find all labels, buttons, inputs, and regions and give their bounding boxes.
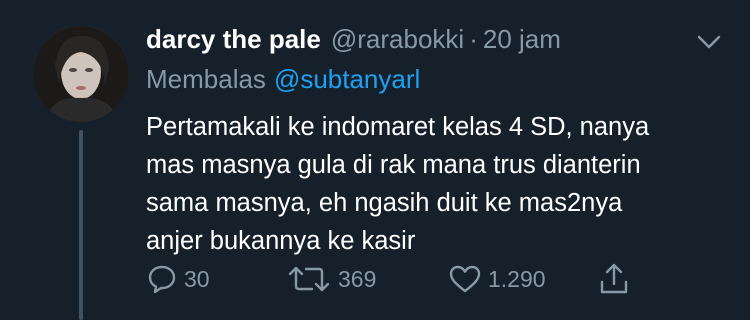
retweet-button[interactable]: 369 [286, 262, 376, 296]
header-separator: · [469, 24, 478, 54]
avatar[interactable] [33, 26, 129, 122]
tweet-text-line: mas masnya gula di rak mana trus dianter… [146, 151, 641, 179]
author-name[interactable]: darcy the pale [146, 24, 321, 55]
tweet-timestamp[interactable]: 20 jam [483, 24, 561, 55]
speech-bubble-icon [148, 265, 176, 294]
share-button[interactable] [598, 262, 630, 296]
tweet-actions: 30 369 1.290 [146, 262, 736, 296]
reply-context: Membalas @subtanyarl [146, 64, 420, 95]
reply-prefix: Membalas [146, 64, 266, 94]
tweet-text-line: Pertamakali ke indomaret kelas 4 SD, nan… [146, 113, 650, 141]
tweet-text-line: sama masnya, eh ngasih duit ke mas2nya [146, 189, 623, 217]
thread-line [79, 130, 83, 320]
avatar-image [33, 26, 129, 122]
tweet-text-line: anjer bukannya ke kasir [146, 227, 416, 255]
tweet-menu-button[interactable] [693, 28, 725, 56]
tweet-header: darcy the pale @rarabokki · 20 jam [146, 24, 561, 58]
reply-count: 30 [184, 265, 210, 292]
tweet-text: Pertamakali ke indomaret kelas 4 SD, nan… [146, 108, 736, 260]
reply-button[interactable]: 30 [146, 262, 210, 296]
heart-icon [449, 265, 481, 293]
like-button[interactable]: 1.290 [448, 262, 546, 296]
tweet: darcy the pale @rarabokki · 20 jam Memba… [0, 0, 750, 320]
reply-mention-link[interactable]: @subtanyarl [274, 64, 420, 94]
like-count: 1.290 [488, 265, 546, 292]
retweet-arrows-icon [288, 266, 330, 292]
share-upload-icon [600, 263, 628, 294]
retweet-count: 369 [338, 265, 377, 292]
chevron-down-icon [697, 35, 721, 49]
author-handle[interactable]: @rarabokki [331, 24, 464, 55]
